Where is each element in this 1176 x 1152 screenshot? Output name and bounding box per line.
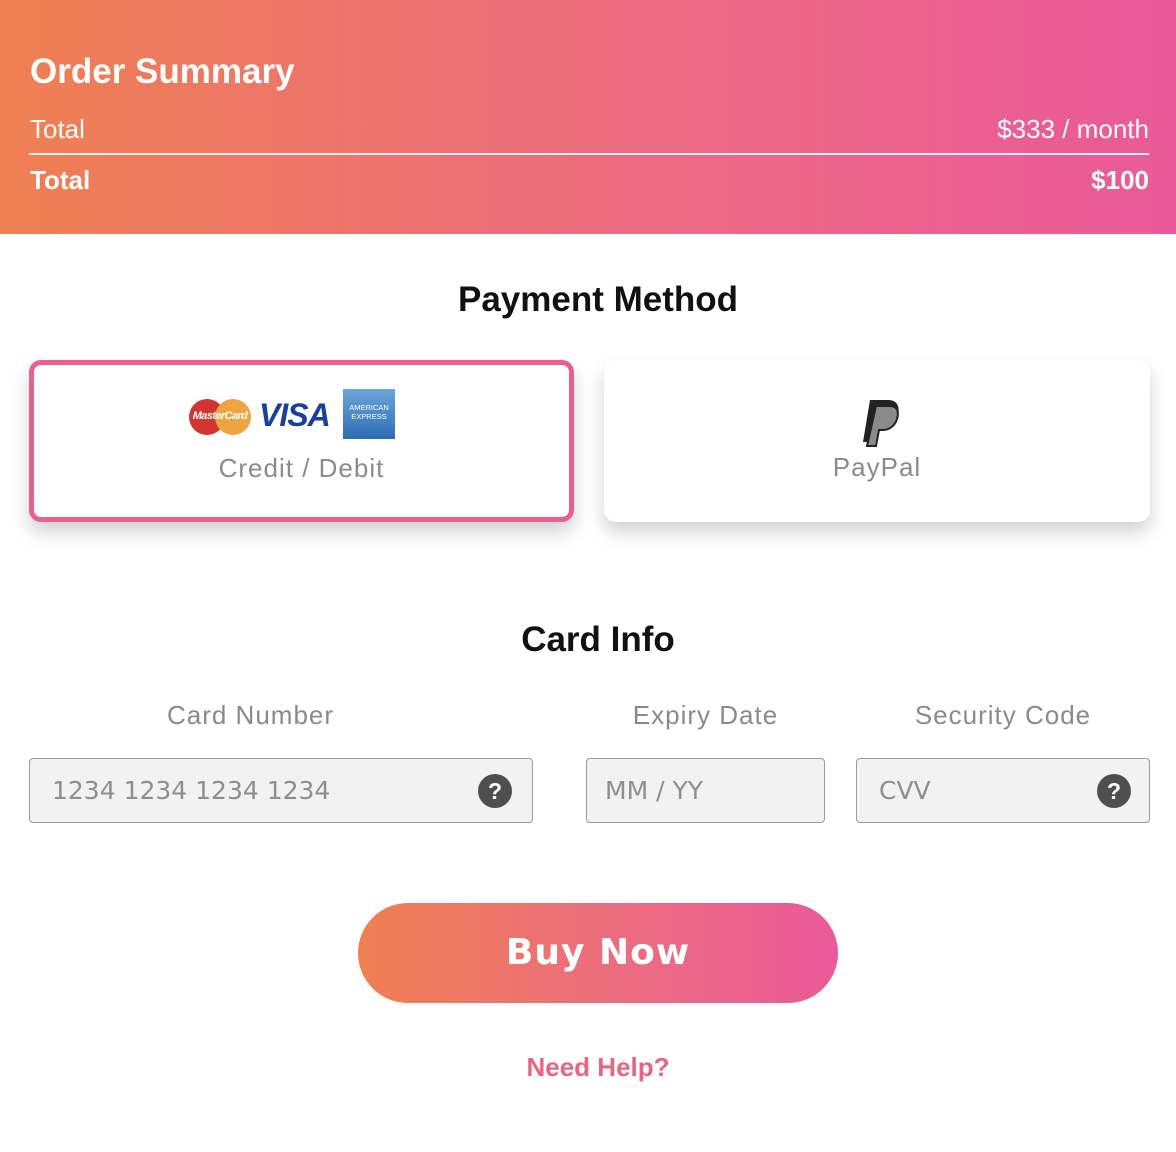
card-number-label: Card Number [166, 700, 335, 730]
expiry-date-input[interactable] [587, 759, 824, 822]
paypal-option[interactable]: PayPal [604, 360, 1150, 522]
order-summary-title: Order Summary [30, 52, 295, 91]
card-number-field: ? [29, 758, 533, 823]
paypal-label: PayPal [832, 452, 922, 482]
summary-row-value: $333 / month [997, 114, 1149, 144]
credit-debit-option[interactable]: MasterCard VISA AMERICAN EXPRESS Credit … [29, 360, 574, 522]
visa-logo: VISA [259, 397, 331, 433]
security-code-field: ? [856, 758, 1150, 823]
expiry-date-field [586, 758, 825, 823]
card-number-input[interactable] [30, 759, 532, 822]
question-icon[interactable]: ? [1097, 774, 1131, 808]
summary-total-value: $100 [1091, 165, 1149, 195]
summary-total-label: Total [30, 165, 91, 195]
card-info-title: Card Info [521, 620, 675, 659]
question-icon[interactable]: ? [478, 774, 512, 808]
mastercard-logo: MasterCard [189, 399, 251, 435]
order-summary-header: Order Summary Total $333 / month Total $… [0, 0, 1176, 234]
buy-now-button[interactable]: Buy Now [358, 903, 838, 1003]
security-code-label: Security Code [914, 700, 1092, 730]
summary-row-label: Total [30, 114, 85, 144]
card-brand-logos: MasterCard VISA AMERICAN EXPRESS [189, 389, 399, 441]
need-help-link[interactable]: Need Help? [0, 1052, 1176, 1083]
paypal-icon [863, 400, 899, 447]
payment-method-title: Payment Method [457, 280, 739, 319]
summary-divider [29, 153, 1149, 155]
credit-debit-label: Credit / Debit [218, 453, 385, 483]
amex-logo: AMERICAN EXPRESS [343, 389, 395, 439]
expiry-date-label: Expiry Date [632, 700, 779, 730]
